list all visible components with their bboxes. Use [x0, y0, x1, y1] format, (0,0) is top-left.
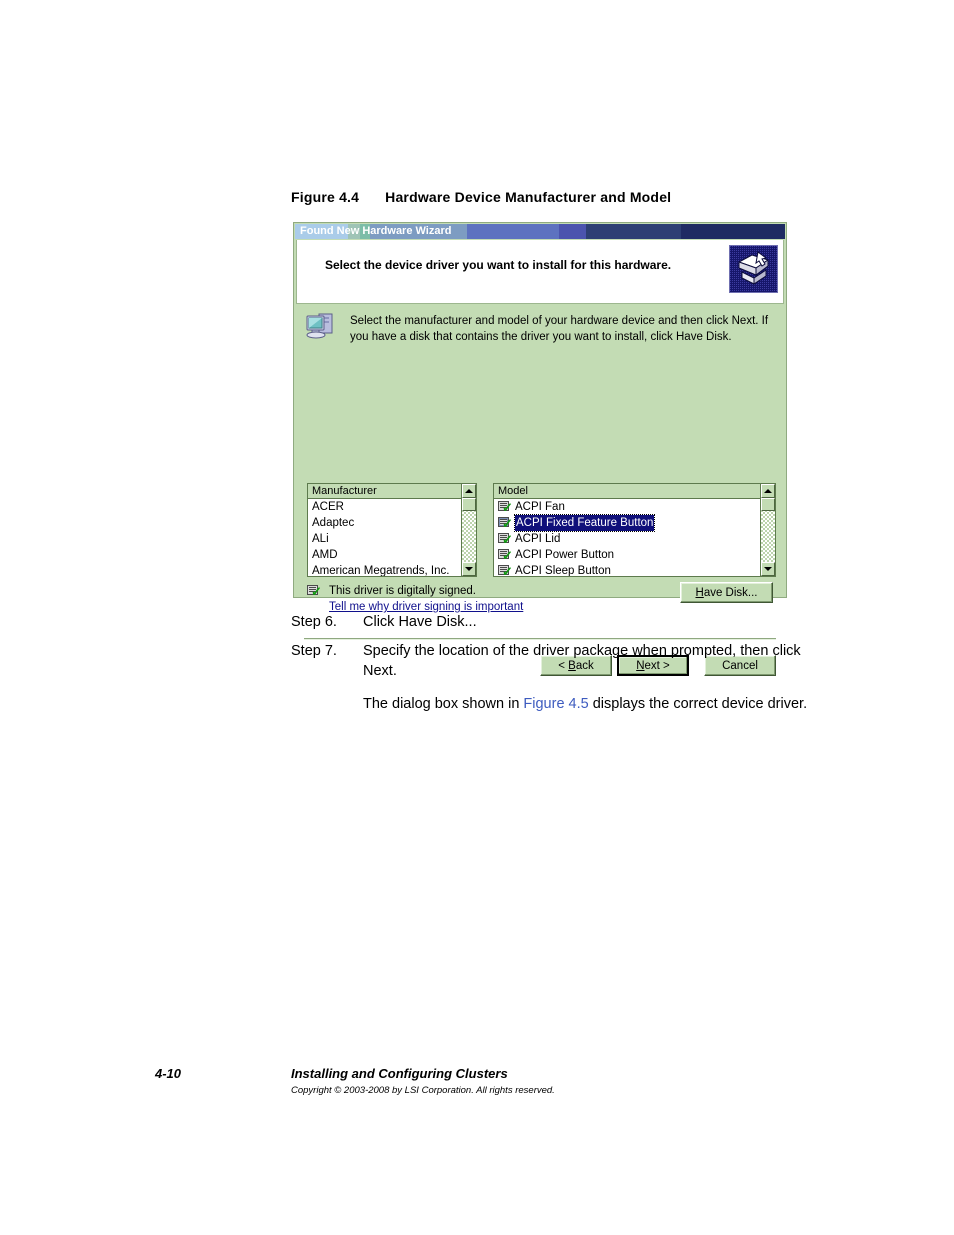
list-item-label: ACPI Fan	[515, 501, 565, 513]
step-label: Step 6.	[291, 614, 337, 630]
list-item[interactable]: American Megatrends, Inc.	[308, 563, 476, 576]
list-item-label: ACPI Fixed Feature Button	[513, 514, 656, 532]
titlebar-band-0	[681, 224, 785, 239]
steps-list: Step 6. Click Have Disk... Step 7. Specify …	[291, 612, 811, 714]
step-note-paragraph: The dialog box shown in Figure 4.5 displ…	[363, 694, 811, 714]
titlebar-band-1	[585, 224, 682, 239]
chevron-up-icon	[764, 489, 772, 493]
wizard-header: Select the device driver you want to ins…	[296, 240, 784, 304]
page-running-title: Installing and Configuring Clusters	[291, 1066, 508, 1081]
list-item-label: ACPI Sleep Button	[515, 565, 611, 576]
titlebar-band-2	[558, 224, 586, 239]
page-number: 4-10	[155, 1066, 182, 1081]
list-item-label: ACER	[312, 501, 344, 513]
wizard-driver-icon	[729, 245, 778, 293]
chevron-down-icon	[465, 567, 473, 571]
have-disk-button[interactable]: Have Disk...	[680, 582, 773, 603]
manufacturer-listbox[interactable]: Manufacturer ACER Adaptec ALi AMD American M…	[307, 483, 477, 577]
model-scroll-thumb[interactable]	[761, 498, 775, 511]
driver-item-icon: ✓	[498, 565, 513, 576]
list-item[interactable]: ALi	[308, 531, 476, 547]
manufacturer-scroll-up-button[interactable]	[462, 484, 476, 498]
description-row: Select the manufacturer and model of you…	[306, 311, 776, 345]
step-text: Click Have Disk...	[363, 614, 477, 630]
list-item[interactable]: ✓ ACPI Sleep Button	[494, 563, 775, 576]
step-item: Step 7. Specify the location of the drive…	[291, 641, 811, 681]
digitally-signed-icon: ✓	[307, 585, 322, 598]
have-disk-button-label: ave Disk...	[703, 587, 758, 599]
wizard-header-title: Select the device driver you want to ins…	[325, 258, 672, 272]
list-item[interactable]: AMD	[308, 547, 476, 563]
figure-title: Hardware Device Manufacturer and Model	[385, 189, 672, 205]
description-text: Select the manufacturer and model of you…	[350, 315, 769, 343]
list-item[interactable]: ACER	[308, 499, 476, 515]
model-listbox[interactable]: Model ✓ ACPI Fan ✓ ACPI Fixed Feature Butto…	[493, 483, 776, 577]
list-item-label: American Megatrends, Inc.	[312, 565, 450, 576]
driver-item-icon: ✓	[498, 517, 513, 530]
computer-icon-svg	[306, 313, 333, 339]
figure-caption: Figure 4.4 Hardware Device Manufacturer a…	[291, 189, 671, 205]
manufacturer-scrollbar[interactable]	[461, 484, 476, 576]
list-item-label: ACPI Lid	[515, 533, 561, 545]
dialog-title: Found New Hardware Wizard	[300, 225, 452, 237]
list-item[interactable]: ✓ ACPI Power Button	[494, 547, 775, 563]
driver-item-icon: ✓	[498, 501, 513, 514]
manufacturer-scroll-thumb[interactable]	[462, 498, 476, 511]
manufacturer-column-header: Manufacturer	[308, 484, 476, 499]
list-item-label: Adaptec	[312, 517, 355, 529]
driver-item-icon: ✓	[498, 549, 513, 562]
model-scroll-down-button[interactable]	[761, 562, 775, 576]
model-list-items[interactable]: ✓ ACPI Fan ✓ ACPI Fixed Feature Button ✓ ACPI…	[494, 499, 775, 576]
note-after: displays the correct device driver.	[588, 696, 808, 712]
list-item[interactable]: Adaptec	[308, 515, 476, 531]
manufacturer-list-items[interactable]: ACER Adaptec ALi AMD American Megatrends, In…	[308, 499, 476, 576]
chevron-up-icon	[465, 489, 473, 493]
found-new-hardware-wizard-dialog: Found New Hardware Wizard Select the dev…	[293, 222, 787, 676]
list-item-label: ALi	[312, 533, 329, 545]
driver-item-icon: ✓	[498, 533, 513, 546]
list-item[interactable]: ✓ ACPI Fixed Feature Button	[494, 514, 775, 532]
manufacturer-scroll-down-button[interactable]	[462, 562, 476, 576]
chevron-down-icon	[764, 567, 772, 571]
wizard-body: Select the manufacturer and model of you…	[296, 305, 784, 676]
list-item[interactable]: ✓ ACPI Fan	[494, 499, 775, 515]
figure-cross-reference[interactable]: Figure 4.5	[523, 696, 588, 712]
list-item-label: ACPI Power Button	[515, 549, 615, 561]
step-label: Step 7.	[291, 643, 337, 659]
list-item[interactable]: ✓ ACPI Lid	[494, 531, 775, 547]
model-scroll-up-button[interactable]	[761, 484, 775, 498]
list-item-label: AMD	[312, 549, 338, 561]
manufacturer-scroll-track[interactable]	[462, 498, 476, 562]
model-scrollbar[interactable]	[760, 484, 775, 576]
step-item: Step 6. Click Have Disk...	[291, 612, 811, 632]
note-before: The dialog box shown in	[363, 696, 524, 712]
dialog-titlebar: Found New Hardware Wizard	[295, 224, 785, 239]
model-column-header: Model	[494, 484, 775, 499]
model-scroll-track[interactable]	[761, 498, 775, 562]
step-text: Specify the location of the driver packa…	[363, 643, 801, 679]
titlebar-band-3	[467, 224, 559, 239]
driver-signing-status: This driver is digitally signed.	[329, 585, 477, 597]
computer-icon	[306, 311, 338, 341]
wizard-driver-icon-svg	[730, 246, 777, 292]
page-copyright: Copyright © 2003-2008 by LSI Corporation…	[291, 1085, 555, 1096]
figure-number: Figure 4.4	[291, 189, 360, 205]
